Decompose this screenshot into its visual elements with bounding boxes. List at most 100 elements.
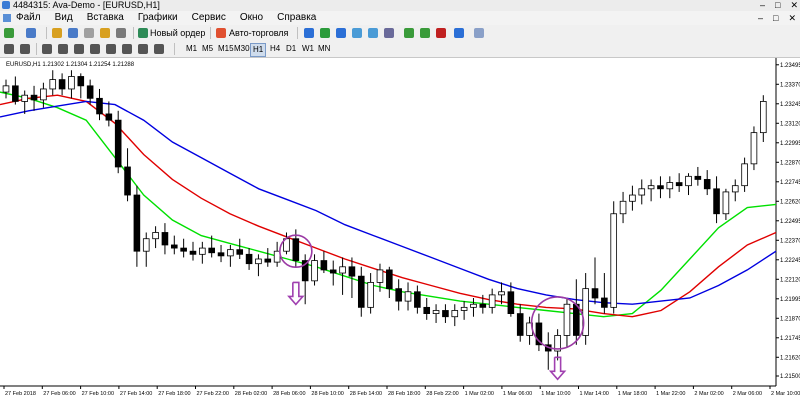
candle-body-bear xyxy=(217,252,225,257)
cursor-icon[interactable] xyxy=(4,44,14,54)
price-label: 1.23120 xyxy=(780,121,800,127)
candle-body-bear xyxy=(423,306,431,315)
candle-body-bear xyxy=(442,310,449,318)
plot-background xyxy=(0,58,776,386)
candle-body-bull xyxy=(432,310,440,314)
candle-body-bull xyxy=(142,238,150,252)
horizontal-line-icon[interactable] xyxy=(58,44,68,54)
close-button[interactable]: ✕ xyxy=(790,0,798,11)
new-chart-icon[interactable] xyxy=(4,28,14,38)
text-icon[interactable] xyxy=(122,44,132,54)
candle-body-bear xyxy=(348,266,356,277)
channel-icon[interactable] xyxy=(90,44,100,54)
shapes-icon[interactable] xyxy=(154,44,164,54)
candle-body-bull xyxy=(21,94,28,102)
drawing-toolbar: M1 M5 M15 M30 H1 H4 D1 W1 MN xyxy=(0,41,800,58)
tf-mn[interactable]: MN xyxy=(316,43,332,55)
tile-windows-icon[interactable] xyxy=(384,28,394,38)
zoom-in-icon[interactable] xyxy=(352,28,362,38)
mdi-minimize-button[interactable]: – xyxy=(758,11,763,25)
tester-icon[interactable] xyxy=(116,28,126,38)
templates-icon[interactable] xyxy=(474,28,484,38)
tf-m5[interactable]: M5 xyxy=(200,43,215,55)
menu-window[interactable]: Окно xyxy=(240,11,263,25)
tf-m30[interactable]: M30 xyxy=(232,43,252,55)
mdi-close-button[interactable]: ✕ xyxy=(788,11,796,25)
trendline-icon[interactable] xyxy=(74,44,84,54)
candle-body-bear xyxy=(170,244,178,249)
zoom-out-icon[interactable] xyxy=(368,28,378,38)
chart-area[interactable]: 1.23495 1.23370 1.23245 1.23120 1.22995 1.228… xyxy=(0,58,800,400)
candle-body-bull xyxy=(638,188,646,196)
menu-tools[interactable]: Сервис xyxy=(192,11,226,25)
menu-insert[interactable]: Вставка xyxy=(87,11,124,25)
candle-body-bull xyxy=(2,85,10,93)
minimize-button[interactable]: – xyxy=(760,0,765,11)
candle-body-bull xyxy=(498,291,505,296)
candlestick-icon[interactable] xyxy=(320,28,330,38)
candle-body-bear xyxy=(386,269,393,290)
price-label: 1.22745 xyxy=(780,180,800,186)
auto-trading-button[interactable]: Авто-торговля xyxy=(229,27,288,39)
candle-body-bull xyxy=(666,182,674,190)
navigator-icon[interactable] xyxy=(68,28,78,38)
fibonacci-icon[interactable] xyxy=(106,44,116,54)
tf-w1[interactable]: W1 xyxy=(300,43,316,55)
profiles-icon[interactable] xyxy=(26,28,36,38)
candle-body-bear xyxy=(591,288,599,299)
mdi-restore-button[interactable]: □ xyxy=(773,11,778,25)
maximize-button[interactable]: □ xyxy=(775,0,780,11)
price-chart[interactable]: 1.23495 1.23370 1.23245 1.23120 1.22995 1.228… xyxy=(0,58,800,400)
new-order-button[interactable]: Новый ордер xyxy=(150,27,205,39)
autoscroll-icon[interactable] xyxy=(404,28,414,38)
candle-body-bear xyxy=(161,232,169,246)
indicators-icon[interactable] xyxy=(436,28,446,38)
market-watch-icon[interactable] xyxy=(52,28,62,38)
menu-help[interactable]: Справка xyxy=(277,11,316,25)
menu-bar: Файл Вид Вставка Графики Сервис Окно Спр… xyxy=(0,11,800,26)
candle-body-bear xyxy=(292,238,300,261)
candle-body-bear xyxy=(713,188,720,215)
bar-chart-icon[interactable] xyxy=(304,28,314,38)
candle-body-bull xyxy=(470,303,477,308)
crosshair-icon[interactable] xyxy=(20,44,30,54)
separator xyxy=(46,27,47,39)
tf-h4[interactable]: H4 xyxy=(268,43,282,55)
menu-charts[interactable]: Графики xyxy=(138,11,178,25)
price-label: 1.22995 xyxy=(780,141,800,147)
candle-body-bull xyxy=(722,191,730,215)
candle-body-bear xyxy=(414,291,421,308)
price-label: 1.22870 xyxy=(780,160,800,166)
candle-body-bear xyxy=(703,179,711,190)
menu-view[interactable]: Вид xyxy=(55,11,73,25)
tf-d1[interactable]: D1 xyxy=(284,43,298,55)
folder-icon[interactable] xyxy=(100,28,110,38)
time-label: 28 Feb 22:00 xyxy=(426,391,458,397)
menu-file[interactable]: Файл xyxy=(16,11,41,25)
candle-body-bear xyxy=(189,250,197,255)
window-controls: – □ ✕ xyxy=(760,0,798,11)
new-order-icon[interactable] xyxy=(138,28,148,38)
auto-trading-icon[interactable] xyxy=(216,28,226,38)
terminal-icon[interactable] xyxy=(84,28,94,38)
candle-body-bear xyxy=(694,175,702,180)
candle xyxy=(114,110,122,174)
candle-body-bull xyxy=(49,79,57,90)
candle-body-bear xyxy=(479,303,487,308)
candle-body-bull xyxy=(404,291,412,302)
time-label: 27 Feb 18:00 xyxy=(158,391,190,397)
chart-shift-icon[interactable] xyxy=(420,28,430,38)
label-icon[interactable] xyxy=(138,44,148,54)
candle-body-bear xyxy=(12,85,19,102)
tf-m1[interactable]: M1 xyxy=(184,43,199,55)
chart-doc-icon xyxy=(3,14,11,22)
candle-body-bear xyxy=(236,249,244,255)
price-label: 1.21745 xyxy=(780,336,800,342)
tf-h1[interactable]: H1 xyxy=(250,43,267,57)
periods-icon[interactable] xyxy=(454,28,464,38)
price-label: 1.22120 xyxy=(780,277,800,283)
candle-body-bull xyxy=(619,200,627,215)
price-label: 1.22620 xyxy=(780,199,800,205)
vertical-line-icon[interactable] xyxy=(42,44,52,54)
line-chart-icon[interactable] xyxy=(336,28,346,38)
